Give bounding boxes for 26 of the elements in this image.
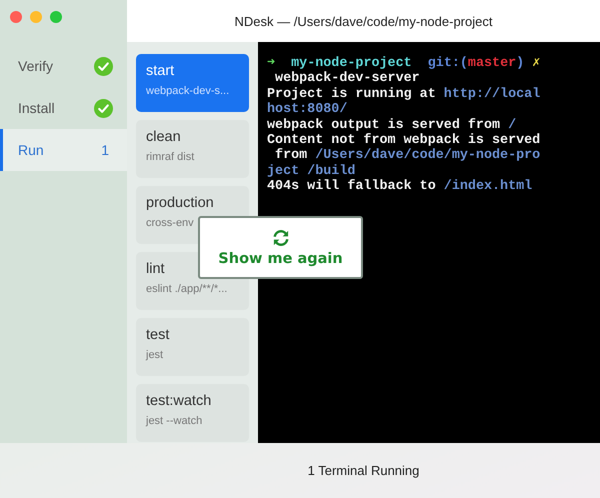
check-icon [94, 98, 113, 118]
close-window-button[interactable] [10, 11, 22, 23]
check-icon [94, 56, 113, 76]
sidebar-item[interactable]: Run 1 [0, 129, 127, 171]
terminal-line: ➜ my-node-project git:(master) ✗ [267, 56, 542, 71]
terminal-line: webpack-dev-server [274, 71, 421, 87]
task-card[interactable]: test:watch jest --watch [136, 384, 249, 442]
refresh-icon [270, 228, 290, 248]
zoom-window-button[interactable] [50, 11, 62, 23]
terminal-line: host:8080/ [267, 102, 348, 118]
task-card[interactable]: clean rimraf dist [136, 120, 249, 178]
terminal-line: Project is running at http://local [267, 86, 542, 102]
task-card[interactable]: start webpack-dev-s... [136, 54, 249, 112]
status-text: 1 Terminal Running [308, 463, 420, 478]
step-count: 1 [101, 142, 110, 158]
terminal-line: ject /build [267, 164, 356, 179]
task-card[interactable]: test jest [136, 318, 249, 376]
terminal-line: 404s will fallback to /index.html [267, 179, 534, 195]
terminal-line: from /Users/dave/code/my-node-pro [274, 148, 542, 164]
sidebar-item[interactable]: Install [0, 87, 127, 129]
minimize-window-button[interactable] [30, 11, 42, 23]
window-title: NDesk — /Users/dave/code/my-node-project [234, 14, 492, 28]
terminal-line: Content not from webpack is served [267, 133, 542, 148]
show-again-toast[interactable]: Show me again [198, 216, 363, 279]
sidebar-item[interactable]: Verify [0, 45, 127, 87]
terminal-line: webpack output is served from / [267, 118, 518, 133]
